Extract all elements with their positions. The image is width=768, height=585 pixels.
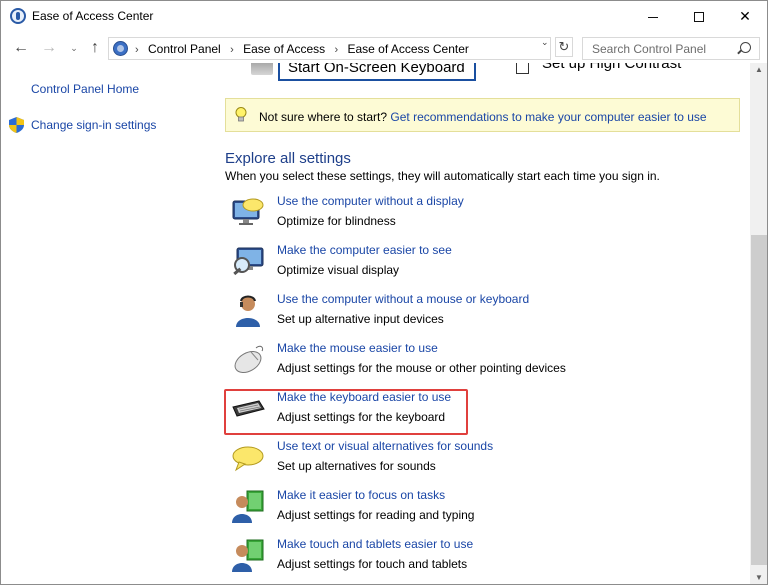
explore-all-settings-heading: Explore all settings	[225, 150, 351, 167]
setting-item-subtitle: Optimize for blindness	[277, 214, 396, 228]
keyboard-highlight-box	[224, 389, 468, 435]
breadcrumb-separator: ›	[230, 44, 234, 56]
breadcrumb-separator: ›	[334, 44, 339, 56]
maximize-button[interactable]	[676, 1, 722, 31]
breadcrumb-separator: ›	[135, 44, 139, 56]
setting-item-subtitle: Optimize visual display	[277, 263, 400, 277]
person-tablet-icon	[232, 539, 264, 572]
monitor-magnifier-icon	[233, 247, 264, 276]
window-title: Ease of Access Center	[32, 9, 154, 23]
setting-item-subtitle: Adjust settings for touch and tablets	[277, 557, 468, 571]
uac-shield-icon	[9, 117, 24, 133]
setting-item-subtitle: Set up alternatives for sounds	[277, 459, 436, 473]
scroll-thumb[interactable]	[751, 235, 767, 565]
breadcrumb: › Control Panel › Ease of Access › Ease …	[133, 42, 473, 56]
search-icon[interactable]	[740, 42, 751, 53]
recent-locations-button[interactable]: ⌄	[64, 38, 84, 58]
setting-item-title[interactable]: Use text or visual alternatives for soun…	[277, 439, 493, 453]
explore-description: When you select these settings, they wil…	[225, 169, 660, 183]
left-pane: Control Panel Home Change sign-in settin…	[1, 63, 211, 584]
up-button[interactable]: ↑	[85, 38, 105, 58]
setting-item-sounds: Use text or visual alternatives for soun…	[231, 438, 631, 478]
tip-prefix: Not sure where to start?	[259, 110, 388, 124]
close-button[interactable]: ✕	[722, 1, 767, 31]
tip-text: Not sure where to start? Get recommendat…	[259, 110, 707, 124]
setting-item-without-mouse-keyboard: Use the computer without a mouse or keyb…	[231, 291, 631, 331]
setting-item-easier-to-see: Make the computer easier to see Optimize…	[231, 242, 631, 282]
setting-item-mouse: Make the mouse easier to use Adjust sett…	[231, 340, 631, 380]
setting-item-subtitle: Adjust settings for the mouse or other p…	[277, 361, 566, 375]
control-panel-icon	[113, 41, 128, 56]
lightbulb-icon	[235, 107, 247, 122]
setting-item-title[interactable]: Make the mouse easier to use	[277, 341, 438, 355]
quick-access-row: Start On-Screen Keyboard Set up High Con…	[211, 63, 750, 83]
setting-item-touch: Make touch and tablets easier to use Adj…	[231, 536, 631, 576]
monitor-speech-icon	[232, 198, 264, 225]
window: Ease of Access Center ✕ ← → ⌄ ↑ › Contro…	[0, 0, 768, 585]
search-input[interactable]	[583, 38, 733, 59]
refresh-button[interactable]: ↻	[555, 37, 573, 57]
ease-of-access-icon	[10, 8, 26, 24]
back-button[interactable]: ←	[11, 38, 31, 58]
breadcrumb-control-panel[interactable]: Control Panel	[148, 42, 221, 56]
setting-item-focus: Make it easier to focus on tasks Adjust …	[231, 487, 631, 527]
person-document-icon	[232, 490, 264, 523]
change-sign-in-settings-link[interactable]: Change sign-in settings	[31, 118, 156, 132]
mouse-icon	[234, 345, 264, 373]
high-contrast-label[interactable]: Set up High Contrast	[542, 63, 681, 72]
control-panel-home-link[interactable]: Control Panel Home	[31, 82, 139, 96]
maximize-icon	[694, 12, 704, 23]
breadcrumb-ease-of-access-center[interactable]: Ease of Access Center	[348, 42, 469, 56]
vertical-scrollbar[interactable]: ▲ ▼	[750, 63, 767, 584]
setting-item-without-display: Use the computer without a display Optim…	[231, 193, 631, 233]
get-recommendations-link[interactable]: Get recommendations to make your compute…	[390, 110, 706, 124]
speech-bubble-icon	[232, 446, 264, 472]
title-bar: Ease of Access Center ✕	[1, 1, 767, 32]
search-box[interactable]	[582, 37, 760, 60]
setting-item-title[interactable]: Use the computer without a mouse or keyb…	[277, 292, 529, 306]
setting-item-title[interactable]: Make the computer easier to see	[277, 243, 452, 257]
address-dropdown-button[interactable]: ⌄	[541, 37, 549, 48]
setting-item-title[interactable]: Use the computer without a display	[277, 194, 464, 208]
setting-item-title[interactable]: Make touch and tablets easier to use	[277, 537, 473, 551]
setting-item-title[interactable]: Make it easier to focus on tasks	[277, 488, 445, 502]
main-content: Start On-Screen Keyboard Set up High Con…	[211, 63, 750, 584]
setting-item-subtitle: Adjust settings for reading and typing	[277, 508, 475, 522]
scroll-up-arrow-icon[interactable]: ▲	[755, 65, 763, 74]
scroll-down-arrow-icon[interactable]: ▼	[755, 573, 763, 582]
start-on-screen-keyboard-button[interactable]: Start On-Screen Keyboard	[278, 63, 476, 81]
on-screen-keyboard-icon	[251, 63, 273, 75]
person-headset-icon	[236, 295, 260, 327]
minimize-icon	[648, 16, 658, 18]
setting-item-subtitle: Set up alternative input devices	[277, 312, 444, 326]
minimize-button[interactable]	[630, 1, 676, 31]
forward-button[interactable]: →	[39, 38, 59, 58]
address-bar[interactable]: › Control Panel › Ease of Access › Ease …	[108, 37, 551, 60]
high-contrast-checkbox[interactable]	[516, 63, 529, 74]
breadcrumb-ease-of-access[interactable]: Ease of Access	[243, 42, 325, 56]
recommendation-tip: Not sure where to start? Get recommendat…	[225, 98, 740, 132]
